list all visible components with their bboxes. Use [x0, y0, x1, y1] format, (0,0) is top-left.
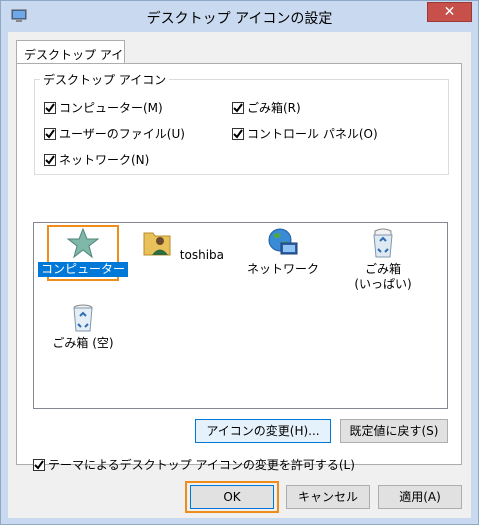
change-icon-button[interactable]: アイコンの変更(H)... [195, 419, 331, 443]
icon-item-computer[interactable]: コンピューター [38, 227, 128, 277]
apply-button[interactable]: 適用(A) [378, 485, 462, 509]
recycle-bin-full-icon [373, 228, 393, 258]
title-bar[interactable]: デスクトップ アイコンの設定 ✕ [1, 1, 478, 32]
checkbox-allow-themes[interactable]: テーマによるデスクトップ アイコンの変更を許可する(L) [33, 456, 355, 473]
checkmark-icon [45, 154, 55, 165]
star-icon [66, 227, 100, 259]
checkbox-recycle-bin[interactable]: ごみ箱(R) [232, 99, 301, 116]
cancel-button[interactable]: キャンセル [286, 485, 370, 509]
user-folder-icon [143, 232, 171, 256]
icon-label: ネットワーク [246, 262, 319, 276]
checkbox-network[interactable]: ネットワーク(N) [44, 151, 149, 168]
checkbox-label: テーマによるデスクトップ アイコンの変更を許可する(L) [48, 458, 355, 472]
checkmark-icon [45, 128, 55, 139]
icon-label: コンピューター [38, 262, 128, 277]
checkbox-box[interactable] [44, 101, 56, 114]
network-globe-icon [268, 228, 298, 255]
ok-button[interactable]: OK [190, 485, 274, 509]
dialog-window: デスクトップ アイコンの設定 ✕ デスクトップ アイコン デスクトップ アイコン… [0, 0, 479, 525]
checkbox-label: コンピューター(M) [59, 101, 163, 115]
checkmark-icon [34, 459, 44, 470]
dialog-body: デスクトップ アイコン デスクトップ アイコン コンピューター(M) ごみ箱(R… [8, 32, 471, 518]
tab-desktop-icons[interactable]: デスクトップ アイコン [16, 40, 125, 79]
icon-label: ごみ箱 (空) [52, 336, 114, 350]
checkbox-label: ネットワーク(N) [59, 153, 150, 167]
checkbox-control-panel[interactable]: コントロール パネル(O) [232, 125, 378, 142]
close-button[interactable]: ✕ [427, 2, 472, 22]
checkbox-computer[interactable]: コンピューター(M) [44, 99, 163, 116]
checkmark-icon [233, 128, 243, 139]
checkbox-label: ユーザーのファイル(U) [59, 127, 185, 141]
icon-label: ごみ箱 (いっぱい) [354, 262, 412, 291]
checkbox-label: コントロール パネル(O) [247, 127, 378, 141]
close-icon: ✕ [443, 4, 456, 20]
checkmark-icon [45, 102, 55, 113]
checkbox-box[interactable] [33, 458, 45, 471]
checkbox-box[interactable] [44, 153, 56, 166]
checkbox-box[interactable] [232, 101, 244, 114]
tab-panel: デスクトップ アイコン コンピューター(M) ごみ箱(R) ユーザーのファイル(… [16, 63, 462, 472]
group-legend: デスクトップ アイコン [40, 71, 170, 88]
restore-default-button[interactable]: 既定値に戻す(S) [340, 419, 448, 443]
icon-list[interactable]: コンピューター toshiba ネットワーク ごみ箱 (いっぱい) ごみ箱 (空… [33, 222, 448, 409]
checkbox-label: ごみ箱(R) [247, 101, 301, 115]
window-title: デスクトップ アイコンの設定 [146, 11, 333, 27]
icon-label: toshiba [179, 248, 225, 262]
icon-item-recycle-bin-empty[interactable]: ごみ箱 (空) [38, 301, 128, 351]
icon-item-recycle-bin-full[interactable]: ごみ箱 (いっぱい) [338, 227, 428, 292]
recycle-bin-empty-icon [73, 304, 93, 332]
icon-item-network[interactable]: ネットワーク [238, 227, 328, 277]
checkbox-box[interactable] [232, 127, 244, 140]
checkbox-user-files[interactable]: ユーザーのファイル(U) [44, 125, 185, 142]
checkmark-icon [233, 102, 243, 113]
checkbox-box[interactable] [44, 127, 56, 140]
icon-item-user-files[interactable]: toshiba [139, 227, 229, 263]
